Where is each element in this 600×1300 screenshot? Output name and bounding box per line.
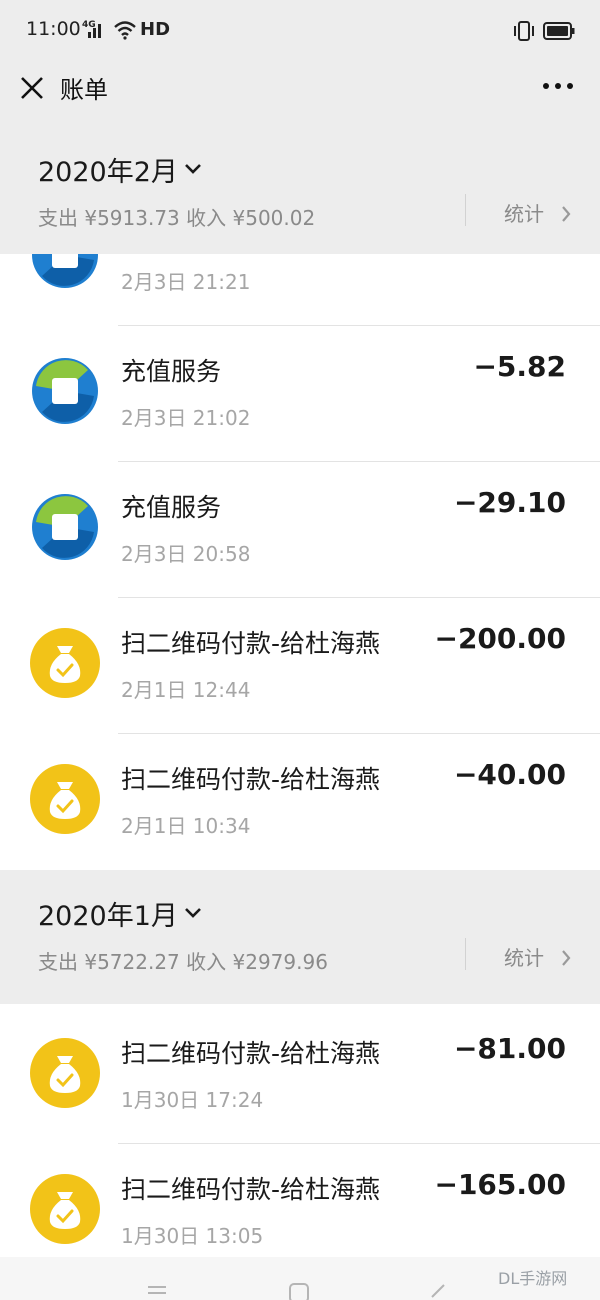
status-time: 11:00 (26, 18, 81, 40)
transaction-title: 扫二维码付款-给杜海燕 (121, 1039, 381, 1068)
transaction-row[interactable]: 扫二维码付款-给杜海燕 2月1日 10:34 −40.00 (0, 734, 600, 870)
statistics-link[interactable]: 统计 (504, 942, 544, 971)
chevron-down-icon[interactable] (183, 162, 203, 176)
money-bag-icon (30, 628, 100, 698)
transaction-title: 扫二维码付款-给杜海燕 (121, 1175, 381, 1204)
wifi-icon (114, 21, 136, 40)
summary-divider (465, 938, 466, 970)
transaction-title: 扫二维码付款-给杜海燕 (121, 765, 381, 794)
month-title[interactable]: 2020年2月 (38, 150, 178, 189)
recharge-service-icon (32, 358, 98, 424)
statistics-link[interactable]: 统计 (504, 198, 544, 227)
transaction-amount: −40.00 (453, 758, 566, 791)
transaction-amount: −200.00 (434, 622, 566, 655)
transaction-title: 充值服务 (121, 493, 222, 522)
month-summary: 支出 ¥5913.73 收入 ¥500.02 (38, 206, 316, 230)
watermark: DL手游网 (498, 1269, 568, 1288)
transaction-time: 2月1日 10:34 (121, 814, 251, 838)
transaction-row[interactable]: 扫二维码付款-给杜海燕 1月30日 17:24 −81.00 (0, 1008, 600, 1144)
transaction-time: 2月3日 21:02 (121, 406, 251, 430)
back-icon[interactable] (428, 1281, 448, 1300)
transaction-title: 扫二维码付款-给杜海燕 (121, 629, 381, 658)
transaction-amount: −81.00 (453, 1032, 566, 1065)
close-icon[interactable] (18, 74, 46, 102)
month-header-jan: 2020年1月 支出 ¥5722.27 收入 ¥2979.96 统计 (0, 870, 600, 1004)
month-summary: 支出 ¥5722.27 收入 ¥2979.96 (38, 950, 328, 974)
home-icon[interactable] (288, 1281, 310, 1300)
transaction-amount: −165.00 (434, 1168, 566, 1201)
hd-indicator: HD (140, 19, 171, 40)
transaction-row[interactable]: 扫二维码付款-给杜海燕 2月1日 12:44 −200.00 (0, 598, 600, 734)
nav-bar: 账单 (0, 62, 600, 126)
status-bar: 11:00 4G HD (0, 0, 600, 62)
transaction-time: 2月1日 12:44 (121, 678, 251, 702)
transaction-time: 2月3日 20:58 (121, 542, 251, 566)
transaction-row[interactable]: 充值服务 2月3日 20:58 −29.10 (0, 462, 600, 598)
chevron-right-icon[interactable] (560, 948, 572, 968)
transaction-title: 充值服务 (121, 357, 222, 386)
transaction-time: 1月30日 13:05 (121, 1224, 264, 1248)
menu-icon[interactable] (146, 1283, 168, 1299)
transaction-time: 2月3日 21:21 (121, 270, 251, 294)
transaction-amount: −5.82 (473, 350, 566, 383)
signal-icon (88, 24, 101, 38)
recharge-service-icon (32, 494, 98, 560)
transaction-time: 1月30日 17:24 (121, 1088, 264, 1112)
chevron-down-icon[interactable] (183, 906, 203, 920)
month-header-feb: 2020年2月 支出 ¥5913.73 收入 ¥500.02 统计 (0, 126, 600, 254)
month-title[interactable]: 2020年1月 (38, 894, 178, 933)
transaction-row[interactable]: 充值服务 2月3日 21:02 −5.82 (0, 326, 600, 462)
money-bag-icon (30, 1038, 100, 1108)
battery-icon (543, 22, 575, 40)
page-title: 账单 (60, 76, 108, 104)
chevron-right-icon[interactable] (560, 204, 572, 224)
money-bag-icon (30, 764, 100, 834)
transaction-amount: −29.10 (453, 486, 566, 519)
money-bag-icon (30, 1174, 100, 1244)
vibrate-icon (514, 21, 534, 41)
summary-divider (465, 194, 466, 226)
more-icon[interactable] (540, 80, 576, 92)
